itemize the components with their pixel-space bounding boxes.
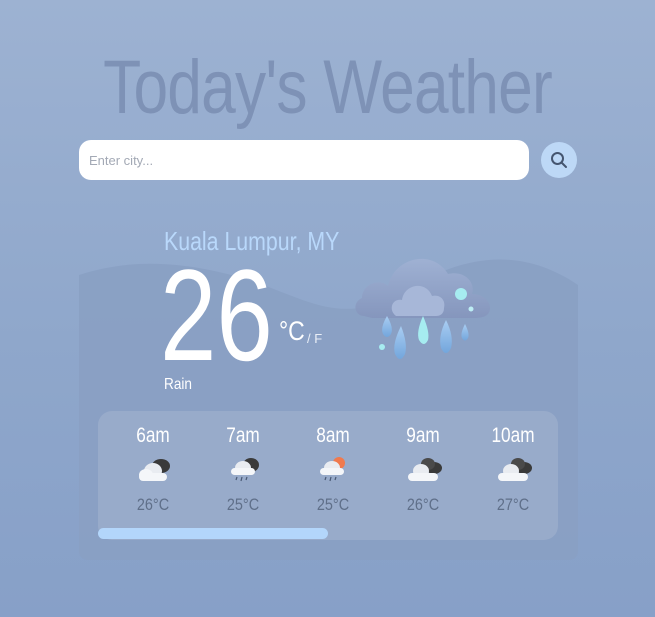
hourly-scrollbar[interactable] (98, 528, 558, 540)
hourly-item-10am: 10am 27°C (468, 411, 558, 531)
rain-cloud-icon (355, 258, 491, 359)
hourly-item-6am: 6am 26°C (108, 411, 198, 531)
hourly-time: 6am (136, 424, 170, 447)
unit-fahrenheit-toggle[interactable]: / F (307, 331, 322, 346)
hourly-temp: 25°C (316, 495, 350, 514)
search-input[interactable] (79, 140, 529, 180)
hourly-time: 8am (316, 424, 350, 447)
cloudy-icon (408, 458, 442, 481)
hourly-scrollbar-thumb[interactable] (98, 528, 328, 539)
cloudy-icon (139, 459, 170, 481)
hourly-time: 9am (406, 424, 440, 447)
hourly-time: 10am (491, 424, 535, 447)
cloudy-icon (498, 458, 532, 481)
hourly-item-7am: 7am 25°C (198, 411, 288, 531)
current-temperature: 26 (160, 242, 273, 388)
sun-cloud-rain-icon (320, 457, 345, 482)
hourly-item-8am: 8am 25°C (288, 411, 378, 531)
search-button[interactable] (541, 142, 577, 178)
hourly-forecast-panel: 6am 26°C 7am 25°C 8am 25°C 9am 26°C 10am… (98, 411, 558, 540)
hourly-temp: 27°C (496, 495, 530, 514)
hourly-temp: 26°C (136, 495, 170, 514)
hourly-time: 7am (226, 424, 260, 447)
unit-celsius-toggle[interactable]: °C (279, 316, 305, 347)
weather-condition: Rain (164, 376, 192, 393)
hourly-temp: 25°C (226, 495, 260, 514)
page-title: Today's Weather (103, 45, 553, 130)
hourly-temp: 26°C (406, 495, 440, 514)
cloud-rain-icon (231, 458, 259, 482)
search-icon (551, 152, 567, 168)
hourly-item-9am: 9am 26°C (378, 411, 468, 531)
